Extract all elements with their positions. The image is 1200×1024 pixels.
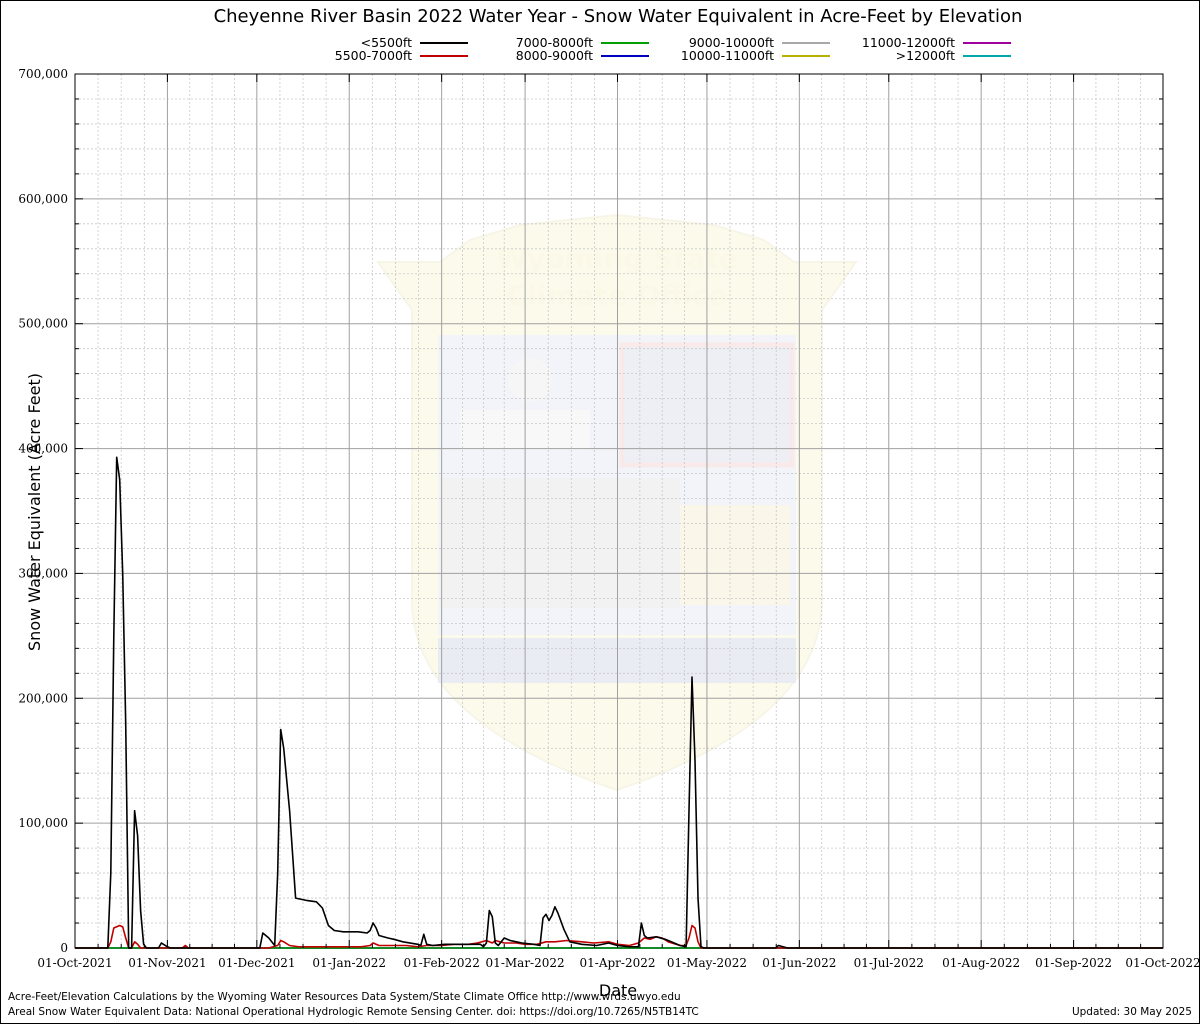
- chart-title: Cheyenne River Basin 2022 Water Year - S…: [214, 6, 1023, 27]
- credit-line-2: Areal Snow Water Equivalent Data: Nation…: [8, 1006, 699, 1018]
- snow-water-chart: Wyoming State Climate Office 0 100,000 200…: [18, 6, 1200, 1000]
- x-tick-label: 01-Nov-2021: [128, 956, 206, 970]
- credit-line-1: Acre-Feet/Elevation Calculations by the …: [8, 991, 681, 1003]
- x-tick-label: 01-Oct-2022: [1125, 956, 1200, 970]
- x-tick-label: 01-Mar-2022: [486, 956, 565, 970]
- x-tick-label: 01-Aug-2022: [942, 956, 1020, 970]
- series-line-1: [75, 924, 1163, 949]
- legend-label: 5500-7000ft: [335, 48, 412, 63]
- y-tick-label: 0: [60, 941, 68, 955]
- x-tick-label: 01-Jul-2022: [854, 956, 924, 970]
- x-tick-label: 01-Oct-2021: [37, 956, 112, 970]
- x-tick-label: 01-Jan-2022: [312, 956, 386, 970]
- x-tick-label: 01-Apr-2022: [580, 956, 656, 970]
- x-tick-label: 01-Dec-2021: [218, 956, 295, 970]
- y-tick-label: 700,000: [18, 67, 68, 81]
- y-tick-label: 200,000: [18, 691, 68, 705]
- y-tick-label: 600,000: [18, 192, 68, 206]
- x-tick-label: 01-May-2022: [667, 956, 747, 970]
- watermark-text-line2: Climate Office: [507, 279, 728, 312]
- legend: <5500ft5500-7000ft7000-8000ft8000-9000ft…: [335, 35, 1011, 63]
- legend-label: 10000-11000ft: [681, 48, 774, 63]
- updated-date: Updated: 30 May 2025: [1071, 1006, 1192, 1018]
- legend-label: >12000ft: [896, 48, 955, 63]
- watermark-logo: Wyoming State Climate Office: [376, 213, 858, 792]
- y-tick-label: 500,000: [18, 317, 68, 331]
- y-tick-label: 100,000: [18, 816, 68, 830]
- x-tick-label: 01-Jun-2022: [762, 956, 836, 970]
- legend-label: 8000-9000ft: [516, 48, 593, 63]
- watermark-text-line1: Wyoming State: [496, 242, 738, 275]
- y-axis-label: Snow Water Equivalent (Acre Feet): [25, 373, 44, 651]
- x-tick-label: 01-Sep-2022: [1035, 956, 1112, 970]
- x-tick-label: 01-Feb-2022: [403, 956, 479, 970]
